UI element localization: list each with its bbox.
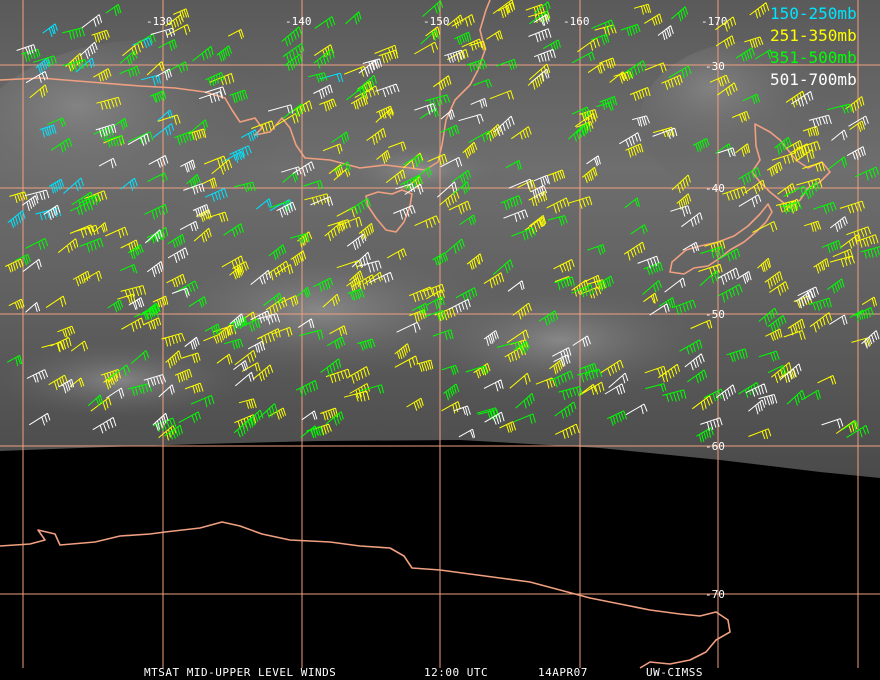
legend-item-351-500mb: 351-500mb (770, 48, 857, 67)
legend-item-150-250mb: 150-250mb (770, 4, 857, 23)
lon-label: -140 (285, 15, 312, 28)
satellite-wind-map: -130 -140 -150 -160 -170 -30 -40 -50 -60… (0, 0, 880, 679)
footer-product: MTSAT MID-UPPER LEVEL WINDS (144, 666, 336, 679)
lat-label: -70 (705, 588, 725, 601)
lat-label: -30 (705, 60, 725, 73)
legend-item-501-700mb: 501-700mb (770, 70, 857, 89)
lat-label: -60 (705, 440, 725, 453)
footer-time: 12:00 UTC (424, 666, 488, 679)
lon-label: -130 (146, 15, 173, 28)
footer-date: 14APR07 (538, 666, 588, 679)
lon-label: -150 (423, 15, 450, 28)
footer-source: UW-CIMSS (646, 666, 703, 679)
lat-label: -40 (705, 182, 725, 195)
antarctica-coast (0, 521, 731, 669)
legend-item-251-350mb: 251-350mb (770, 26, 857, 45)
footer-caption: MTSAT MID-UPPER LEVEL WINDS 12:00 UTC 14… (144, 666, 703, 679)
lon-label: -160 (563, 15, 590, 28)
lat-label: -50 (705, 308, 725, 321)
lon-label: -170 (701, 15, 728, 28)
